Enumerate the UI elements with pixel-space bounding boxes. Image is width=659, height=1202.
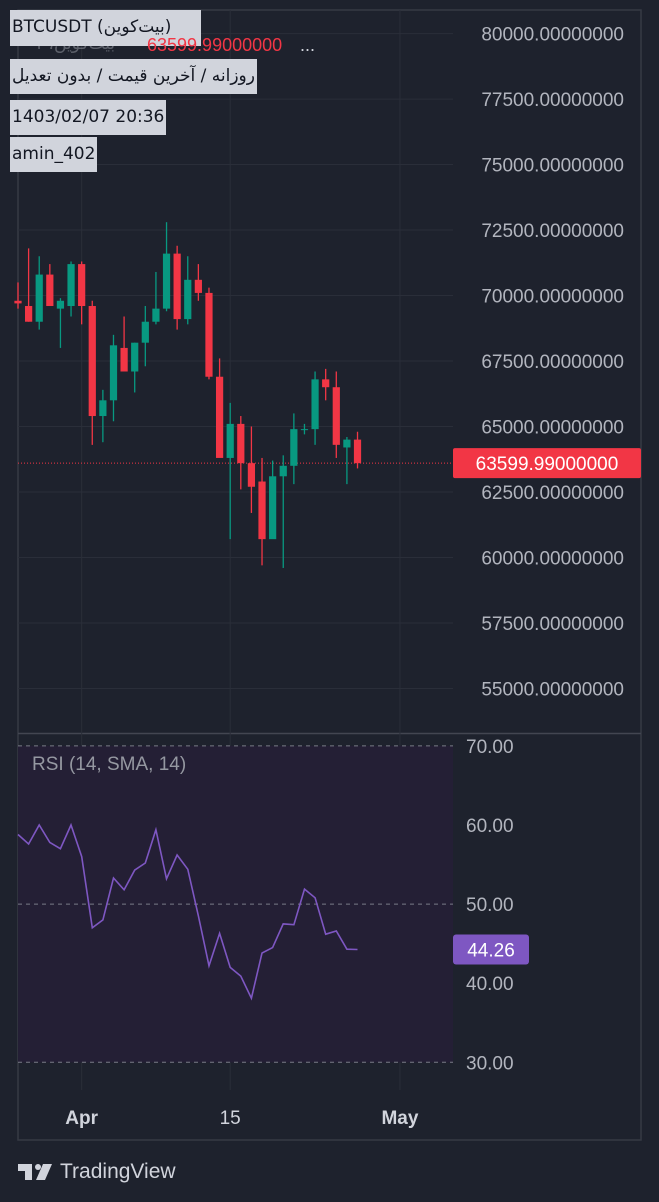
candle-body (205, 292, 213, 377)
candle-body (194, 279, 202, 293)
candle[interactable] (25, 248, 33, 322)
candle[interactable] (162, 222, 171, 312)
rsi-tick-label: 30.00 (466, 1053, 514, 1074)
rsi-tick-label: 50.00 (466, 895, 514, 916)
candle-body (247, 463, 256, 487)
candle-body (67, 264, 75, 307)
candle[interactable] (300, 423, 309, 435)
candle[interactable] (279, 455, 287, 568)
candle[interactable] (269, 460, 277, 540)
candle-body (141, 321, 149, 343)
candle-body (300, 429, 309, 431)
price-tick-label: 67500.00000000 (481, 352, 624, 373)
candle[interactable] (67, 261, 75, 317)
brand-name: TradingView (60, 1160, 176, 1183)
price-tick-label: 62500.00000000 (481, 483, 624, 504)
price-tick-label: 55000.00000000 (481, 679, 624, 700)
candle-body (279, 465, 287, 477)
candle[interactable] (311, 371, 319, 445)
candle[interactable] (99, 389, 107, 443)
price-tick-label: 60000.00000000 (481, 548, 624, 569)
candle[interactable] (322, 368, 330, 401)
rsi-value-label: 44.26 (467, 940, 515, 961)
candle[interactable] (258, 457, 266, 566)
candle-body (311, 379, 319, 430)
candle[interactable] (78, 261, 86, 325)
candle[interactable] (290, 413, 298, 485)
candle[interactable] (332, 371, 340, 458)
symbol-ghost-text: بیت‌کوین، ۱ (34, 34, 116, 54)
candle-body (343, 439, 351, 448)
rsi-tick-label: 60.00 (466, 816, 514, 837)
candle-body (56, 300, 65, 309)
tradingview-brand[interactable]: TradingView (18, 1160, 176, 1184)
time-tick-label: Apr (65, 1108, 98, 1129)
candle-body (14, 300, 22, 304)
candle[interactable] (215, 358, 224, 458)
chart-canvas[interactable]: RSI (14, SMA, 14) 55000.00000000 57500.00… (0, 0, 659, 1202)
candle[interactable] (131, 342, 139, 393)
candle[interactable] (109, 334, 118, 422)
candle-body (237, 423, 245, 464)
rsi-title[interactable]: RSI (14, SMA, 14) (32, 754, 186, 775)
candle-body (152, 308, 160, 322)
candle[interactable] (353, 431, 362, 469)
candle-body (109, 345, 118, 401)
candle-body (46, 274, 54, 307)
candle-body (290, 429, 298, 466)
price-tick-label: 80000.00000000 (481, 25, 624, 46)
candle[interactable] (184, 256, 192, 325)
candle-body (131, 342, 139, 372)
time-tick-label: 15 (220, 1108, 241, 1129)
candle-body (78, 264, 86, 307)
candle-body (332, 387, 340, 445)
candle-body (215, 376, 224, 458)
candle-body (226, 423, 234, 458)
interval-info: روزانه / آخرین قیمت / بدون تعدیل (10, 59, 257, 94)
rsi-tick-label: 40.00 (466, 974, 514, 995)
candle-body (322, 379, 330, 388)
datetime-info: 1403/02/07 20:36 (10, 100, 167, 135)
candle-body (258, 481, 266, 540)
candle-body (88, 306, 96, 417)
price-tick-label: 77500.00000000 (481, 90, 624, 111)
candle[interactable] (226, 402, 234, 540)
price-tick-label: 72500.00000000 (481, 221, 624, 242)
candle[interactable] (152, 271, 160, 325)
candle-body (269, 476, 277, 540)
candle-body (184, 279, 192, 320)
candle[interactable] (120, 316, 128, 372)
candle-body (162, 253, 171, 309)
candle-body (35, 274, 43, 322)
candle[interactable] (173, 245, 181, 330)
candle[interactable] (35, 256, 43, 330)
candle-body (173, 253, 181, 320)
time-tick-label: May (381, 1108, 418, 1129)
candle[interactable] (237, 416, 245, 490)
candle[interactable] (205, 287, 213, 380)
last-price-label: 63599.99000000 (476, 454, 619, 475)
candle[interactable] (46, 264, 54, 307)
header-price: 63599.99000000 (147, 35, 283, 55)
tradingview-logo-icon (18, 1164, 52, 1180)
price-tick-label: 57500.00000000 (481, 614, 624, 635)
candle-body (120, 347, 128, 372)
price-tick-label: 65000.00000000 (481, 418, 624, 439)
candle[interactable] (247, 426, 256, 513)
legend-ellipsis[interactable]: ... (300, 35, 315, 56)
candle-body (353, 439, 362, 464)
candle-body (25, 306, 33, 322)
rsi-tick-label: 70.00 (466, 737, 514, 758)
price-tick-label: 75000.00000000 (481, 156, 624, 177)
candle-body (99, 400, 107, 417)
candle[interactable] (56, 298, 65, 348)
candle[interactable] (88, 300, 96, 445)
price-tick-label: 70000.00000000 (481, 287, 624, 308)
candle[interactable] (141, 306, 149, 367)
author-info: amin_402 (10, 137, 98, 172)
candle[interactable] (343, 436, 351, 485)
